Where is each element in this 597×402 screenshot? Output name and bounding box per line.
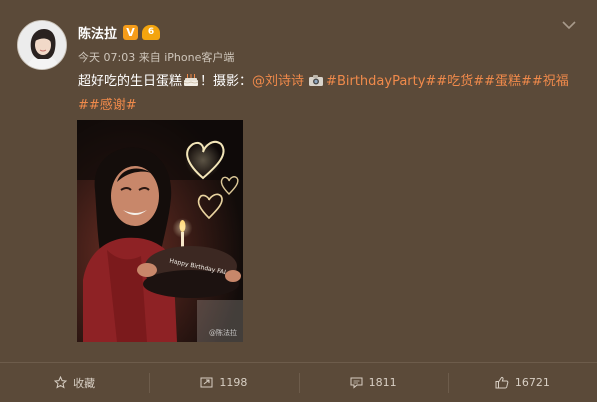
favorite-label: 收藏 [73,376,96,390]
member-level-badge-icon[interactable]: 6 [142,24,161,40]
verified-badge-icon[interactable]: V [123,24,139,40]
comment-icon [350,377,363,389]
post-source[interactable]: iPhone客户端 [164,51,234,64]
username[interactable]: 陈法拉 [78,23,117,42]
post-meta: 今天 07:03 来自 iPhone客户端 [78,49,234,65]
avatar-image [18,21,66,69]
photo-watermark: @陈法拉 [209,329,237,337]
weibo-post-card: 陈法拉 V 6 今天 07:03 来自 iPhone客户端 超好吃的生日蛋糕 ！… [0,0,597,402]
hashtags-line2[interactable]: ##感谢# [78,98,137,113]
action-bar: 收藏 1198 1811 16721 [0,362,597,402]
camera-emoji-icon [309,75,324,86]
comment-count: 1811 [368,376,397,389]
favorite-button[interactable]: 收藏 [0,363,149,402]
post-time[interactable]: 今天 07:03 [78,51,135,64]
chevron-down-icon[interactable] [561,20,577,30]
post-photo[interactable]: Happy Birthday FALA @陈法拉 [77,120,243,342]
like-button[interactable]: 16721 [447,363,597,402]
source-prefix: 来自 [138,51,161,64]
like-count: 16721 [514,376,550,389]
post-text-part2: ！摄影： [200,74,253,89]
comment-button[interactable]: 1811 [298,363,448,402]
post-text-part1: 超好吃的生日蛋糕 [78,74,183,89]
mention-link[interactable]: @刘诗诗 [252,74,304,89]
hashtags-line1[interactable]: #BirthdayParty##吃货##蛋糕##祝福 [326,74,569,89]
star-icon [54,376,68,389]
birthday-photo-image: Happy Birthday FALA [77,120,243,342]
repost-icon [200,377,213,388]
author-row: 陈法拉 V 6 [78,23,161,42]
post-text: 超好吃的生日蛋糕 ！摄影：@刘诗诗 #BirthdayParty##吃货##蛋糕… [78,70,578,118]
thumbs-up-icon [495,376,509,389]
avatar[interactable] [17,20,67,70]
repost-count: 1198 [219,376,248,389]
cake-emoji-icon [183,74,199,86]
repost-button[interactable]: 1198 [149,363,298,402]
